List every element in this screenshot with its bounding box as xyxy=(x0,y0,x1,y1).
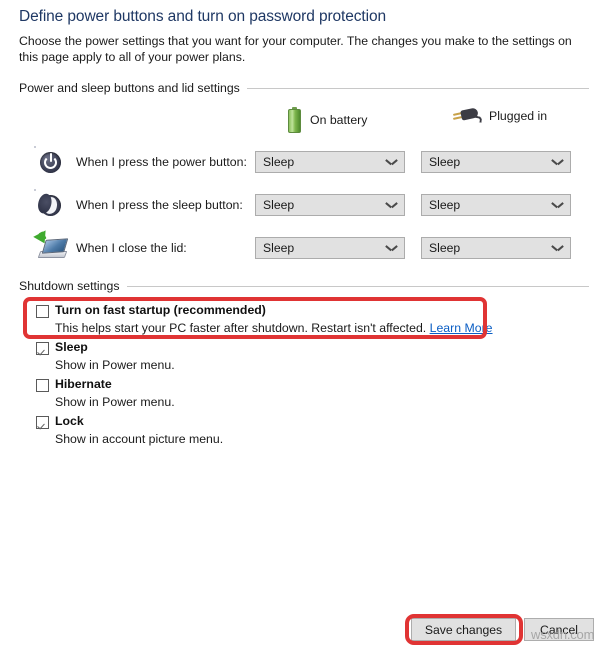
page-description: Choose the power settings that you want … xyxy=(19,34,572,64)
checkbox-fast-startup-sublabel-text: This helps start your PC faster after sh… xyxy=(55,321,427,335)
laptop-lid-icon xyxy=(33,230,69,266)
checkbox-hibernate-sublabel: Show in Power menu. xyxy=(55,395,175,409)
checkbox-hibernate-label: Hibernate xyxy=(55,377,112,391)
save-changes-button[interactable]: Save changes xyxy=(411,618,516,641)
page-title: Define power buttons and turn on passwor… xyxy=(19,8,387,25)
dropdown-power-button-plugged-in-value: Sleep xyxy=(429,154,461,169)
column-header-plugged-in-label: Plugged in xyxy=(489,109,548,123)
sleep-moon-icon xyxy=(35,190,68,223)
checkbox-fast-startup[interactable] xyxy=(36,305,49,318)
checkbox-sleep[interactable] xyxy=(36,342,49,355)
power-button-icon xyxy=(35,147,68,180)
dropdown-sleep-button-plugged-in[interactable]: Sleep xyxy=(421,194,571,216)
checkbox-hibernate[interactable] xyxy=(36,379,49,392)
dropdown-power-button-plugged-in[interactable]: Sleep xyxy=(421,151,571,173)
group-header-shutdown-settings: Shutdown settings xyxy=(19,279,589,293)
column-header-plugged-in: Plugged in xyxy=(452,107,547,125)
chevron-down-icon xyxy=(386,245,397,252)
dropdown-sleep-button-on-battery-value: Sleep xyxy=(263,197,295,212)
group-header-divider xyxy=(126,285,589,287)
dropdown-power-button-on-battery[interactable]: Sleep xyxy=(255,151,405,173)
dropdown-sleep-button-on-battery[interactable]: Sleep xyxy=(255,194,405,216)
checkbox-lock[interactable] xyxy=(36,416,49,429)
chevron-down-icon xyxy=(386,202,397,209)
column-header-on-battery: On battery xyxy=(288,107,367,133)
group-header-shutdown-settings-label: Shutdown settings xyxy=(19,279,120,293)
checkbox-sleep-label: Sleep xyxy=(55,340,88,354)
setting-row-power-button-label: When I press the power button: xyxy=(76,155,247,169)
dropdown-close-lid-on-battery[interactable]: Sleep xyxy=(255,237,405,259)
setting-row-sleep-button-label: When I press the sleep button: xyxy=(76,198,243,212)
learn-more-link[interactable]: Learn More xyxy=(430,321,493,335)
checkbox-fast-startup-label: Turn on fast startup (recommended) xyxy=(55,303,266,317)
chevron-down-icon xyxy=(552,245,563,252)
chevron-down-icon xyxy=(386,159,397,166)
group-header-divider xyxy=(246,87,589,89)
checkbox-fast-startup-sublabel: This helps start your PC faster after sh… xyxy=(55,321,493,335)
chevron-down-icon xyxy=(552,159,563,166)
dropdown-close-lid-on-battery-value: Sleep xyxy=(263,240,295,255)
setting-row-close-lid-label: When I close the lid: xyxy=(76,241,187,255)
checkbox-lock-sublabel: Show in account picture menu. xyxy=(55,432,224,446)
watermark: wsxdn.com xyxy=(531,627,595,642)
dropdown-close-lid-plugged-in[interactable]: Sleep xyxy=(421,237,571,259)
dropdown-close-lid-plugged-in-value: Sleep xyxy=(429,240,461,255)
chevron-down-icon xyxy=(552,202,563,209)
dropdown-power-button-on-battery-value: Sleep xyxy=(263,154,295,169)
column-header-on-battery-label: On battery xyxy=(310,113,368,127)
power-plug-icon xyxy=(452,107,483,125)
checkbox-lock-label: Lock xyxy=(55,414,84,428)
checkbox-sleep-sublabel: Show in Power menu. xyxy=(55,358,175,372)
column-headers: On battery Plugged in xyxy=(0,104,607,134)
battery-icon xyxy=(288,107,301,133)
group-header-power-sleep-lid-label: Power and sleep buttons and lid settings xyxy=(19,81,240,95)
dropdown-sleep-button-plugged-in-value: Sleep xyxy=(429,197,461,212)
group-header-power-sleep-lid: Power and sleep buttons and lid settings xyxy=(19,81,589,95)
